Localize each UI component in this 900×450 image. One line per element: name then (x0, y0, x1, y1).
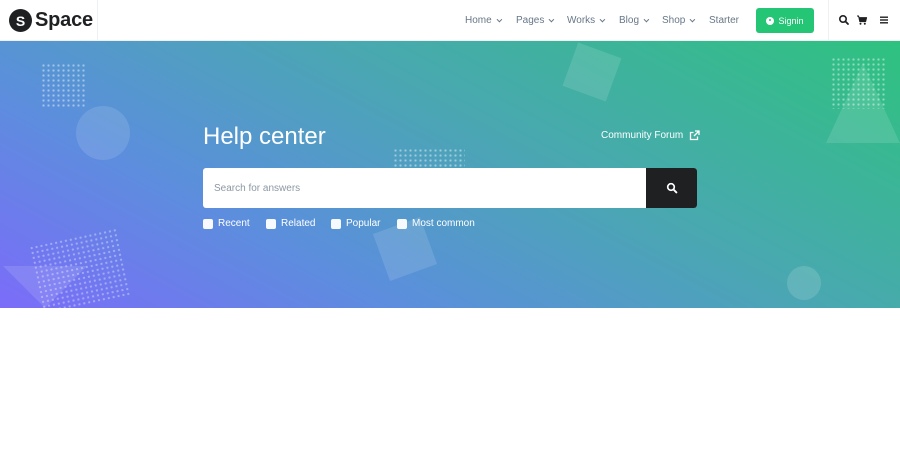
nav-item-home[interactable]: Home (465, 0, 502, 41)
external-link-icon (690, 130, 700, 141)
filter-related[interactable]: Related (266, 218, 315, 229)
cart-icon[interactable] (856, 14, 868, 26)
search-icon (666, 182, 677, 194)
decorative-circle (76, 106, 130, 160)
hero-section: Help center Community Forum Recent Relat… (0, 41, 900, 308)
nav-item-label: Blog (619, 15, 640, 26)
nav-item-label: Works (567, 15, 596, 26)
community-forum-link[interactable]: Community Forum (601, 130, 700, 141)
nav-item-shop[interactable]: Shop (662, 0, 696, 41)
search-input[interactable] (203, 168, 646, 208)
filter-label: Recent (218, 218, 250, 229)
signin-label: Signin (778, 15, 804, 26)
chevron-down-icon (548, 16, 555, 22)
page-title: Help center (203, 123, 326, 150)
nav-item-starter[interactable]: Starter (709, 0, 739, 41)
signin-button[interactable]: Signin (756, 8, 814, 33)
search-icon[interactable] (838, 14, 850, 26)
nav-item-label: Pages (516, 15, 545, 26)
filter-recent[interactable]: Recent (203, 218, 250, 229)
logo-mark: S (9, 9, 32, 32)
user-icon (766, 16, 775, 25)
header-divider (828, 0, 829, 41)
checkbox[interactable] (397, 218, 407, 229)
search-box (203, 168, 697, 208)
filter-label: Most common (412, 218, 475, 229)
decorative-dots (41, 63, 87, 109)
decorative-dots (28, 227, 132, 308)
checkbox[interactable] (266, 218, 276, 229)
decorative-circle (787, 266, 821, 300)
chevron-down-icon (689, 16, 696, 22)
brand-logo[interactable]: S Space (9, 9, 93, 32)
nav-item-blog[interactable]: Blog (619, 0, 650, 41)
nav-item-label: Home (465, 15, 492, 26)
nav-item-label: Starter (709, 15, 740, 26)
community-forum-label: Community Forum (601, 130, 684, 141)
filter-popular[interactable]: Popular (331, 218, 380, 229)
decorative-square (562, 42, 622, 102)
checkbox[interactable] (331, 218, 341, 229)
chevron-down-icon (643, 16, 650, 22)
nav-item-works[interactable]: Works (567, 0, 606, 41)
nav-item-pages[interactable]: Pages (516, 0, 555, 41)
chevron-down-icon (496, 16, 502, 22)
filter-label: Popular (346, 218, 381, 229)
filter-most-common[interactable]: Most common (397, 218, 475, 229)
menu-icon[interactable] (878, 14, 890, 26)
logo-divider (97, 0, 98, 41)
search-button[interactable] (646, 168, 697, 208)
filter-label: Related (281, 218, 316, 229)
logo-text: Space (35, 9, 93, 31)
chevron-down-icon (599, 16, 606, 22)
nav-item-label: Shop (662, 15, 686, 26)
decorative-dots (831, 57, 887, 109)
checkbox[interactable] (203, 218, 213, 229)
top-navbar: S Space Home Pages Works Blog Shop Start… (0, 0, 900, 41)
